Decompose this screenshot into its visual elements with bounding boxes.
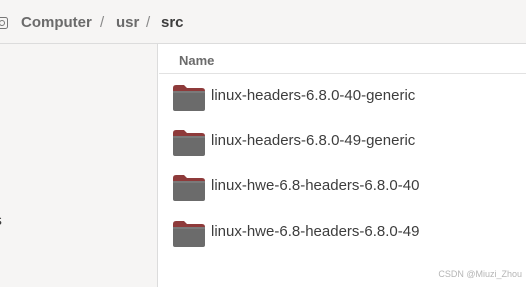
breadcrumb-separator: /	[146, 14, 151, 31]
file-row-linux-headers-6-8-0-49-generic[interactable]: linux-headers-6.8.0-49-generic	[159, 120, 526, 164]
file-row-linux-hwe-6-8-headers-6-8-0-49[interactable]: linux-hwe-6.8-headers-6.8.0-49	[159, 211, 526, 255]
file-name: linux-hwe-6.8-headers-6.8.0-49	[211, 223, 420, 240]
sidebar: ts ds	[0, 44, 158, 287]
disk-icon[interactable]	[0, 17, 8, 29]
breadcrumb-computer[interactable]: Computer	[21, 14, 92, 32]
path-bar: Computer / usr / src	[0, 0, 526, 44]
folder-icon	[173, 175, 205, 201]
breadcrumb-usr[interactable]: usr	[116, 14, 139, 32]
file-row-linux-headers-6-8-0-40-generic[interactable]: linux-headers-6.8.0-40-generic	[159, 75, 526, 119]
breadcrumb-src[interactable]: src	[161, 14, 184, 32]
file-list: Name linux-headers-6.8.0-40-generic linu…	[159, 44, 526, 287]
watermark: CSDN @Miuzi_Zhou	[438, 269, 522, 279]
file-name: linux-headers-6.8.0-40-generic	[211, 87, 416, 104]
folder-icon	[173, 221, 205, 247]
breadcrumb-separator: /	[100, 14, 105, 31]
column-header-label: Name	[179, 53, 215, 68]
folder-icon	[173, 130, 205, 156]
column-header-name[interactable]: Name	[159, 44, 526, 74]
file-row-linux-hwe-6-8-headers-6-8-0-40[interactable]: linux-hwe-6.8-headers-6.8.0-40	[159, 165, 526, 209]
folder-icon	[173, 85, 205, 111]
sidebar-item-downloads[interactable]: ds	[0, 212, 2, 230]
file-name: linux-headers-6.8.0-49-generic	[211, 132, 416, 149]
file-name: linux-hwe-6.8-headers-6.8.0-40	[211, 177, 420, 194]
